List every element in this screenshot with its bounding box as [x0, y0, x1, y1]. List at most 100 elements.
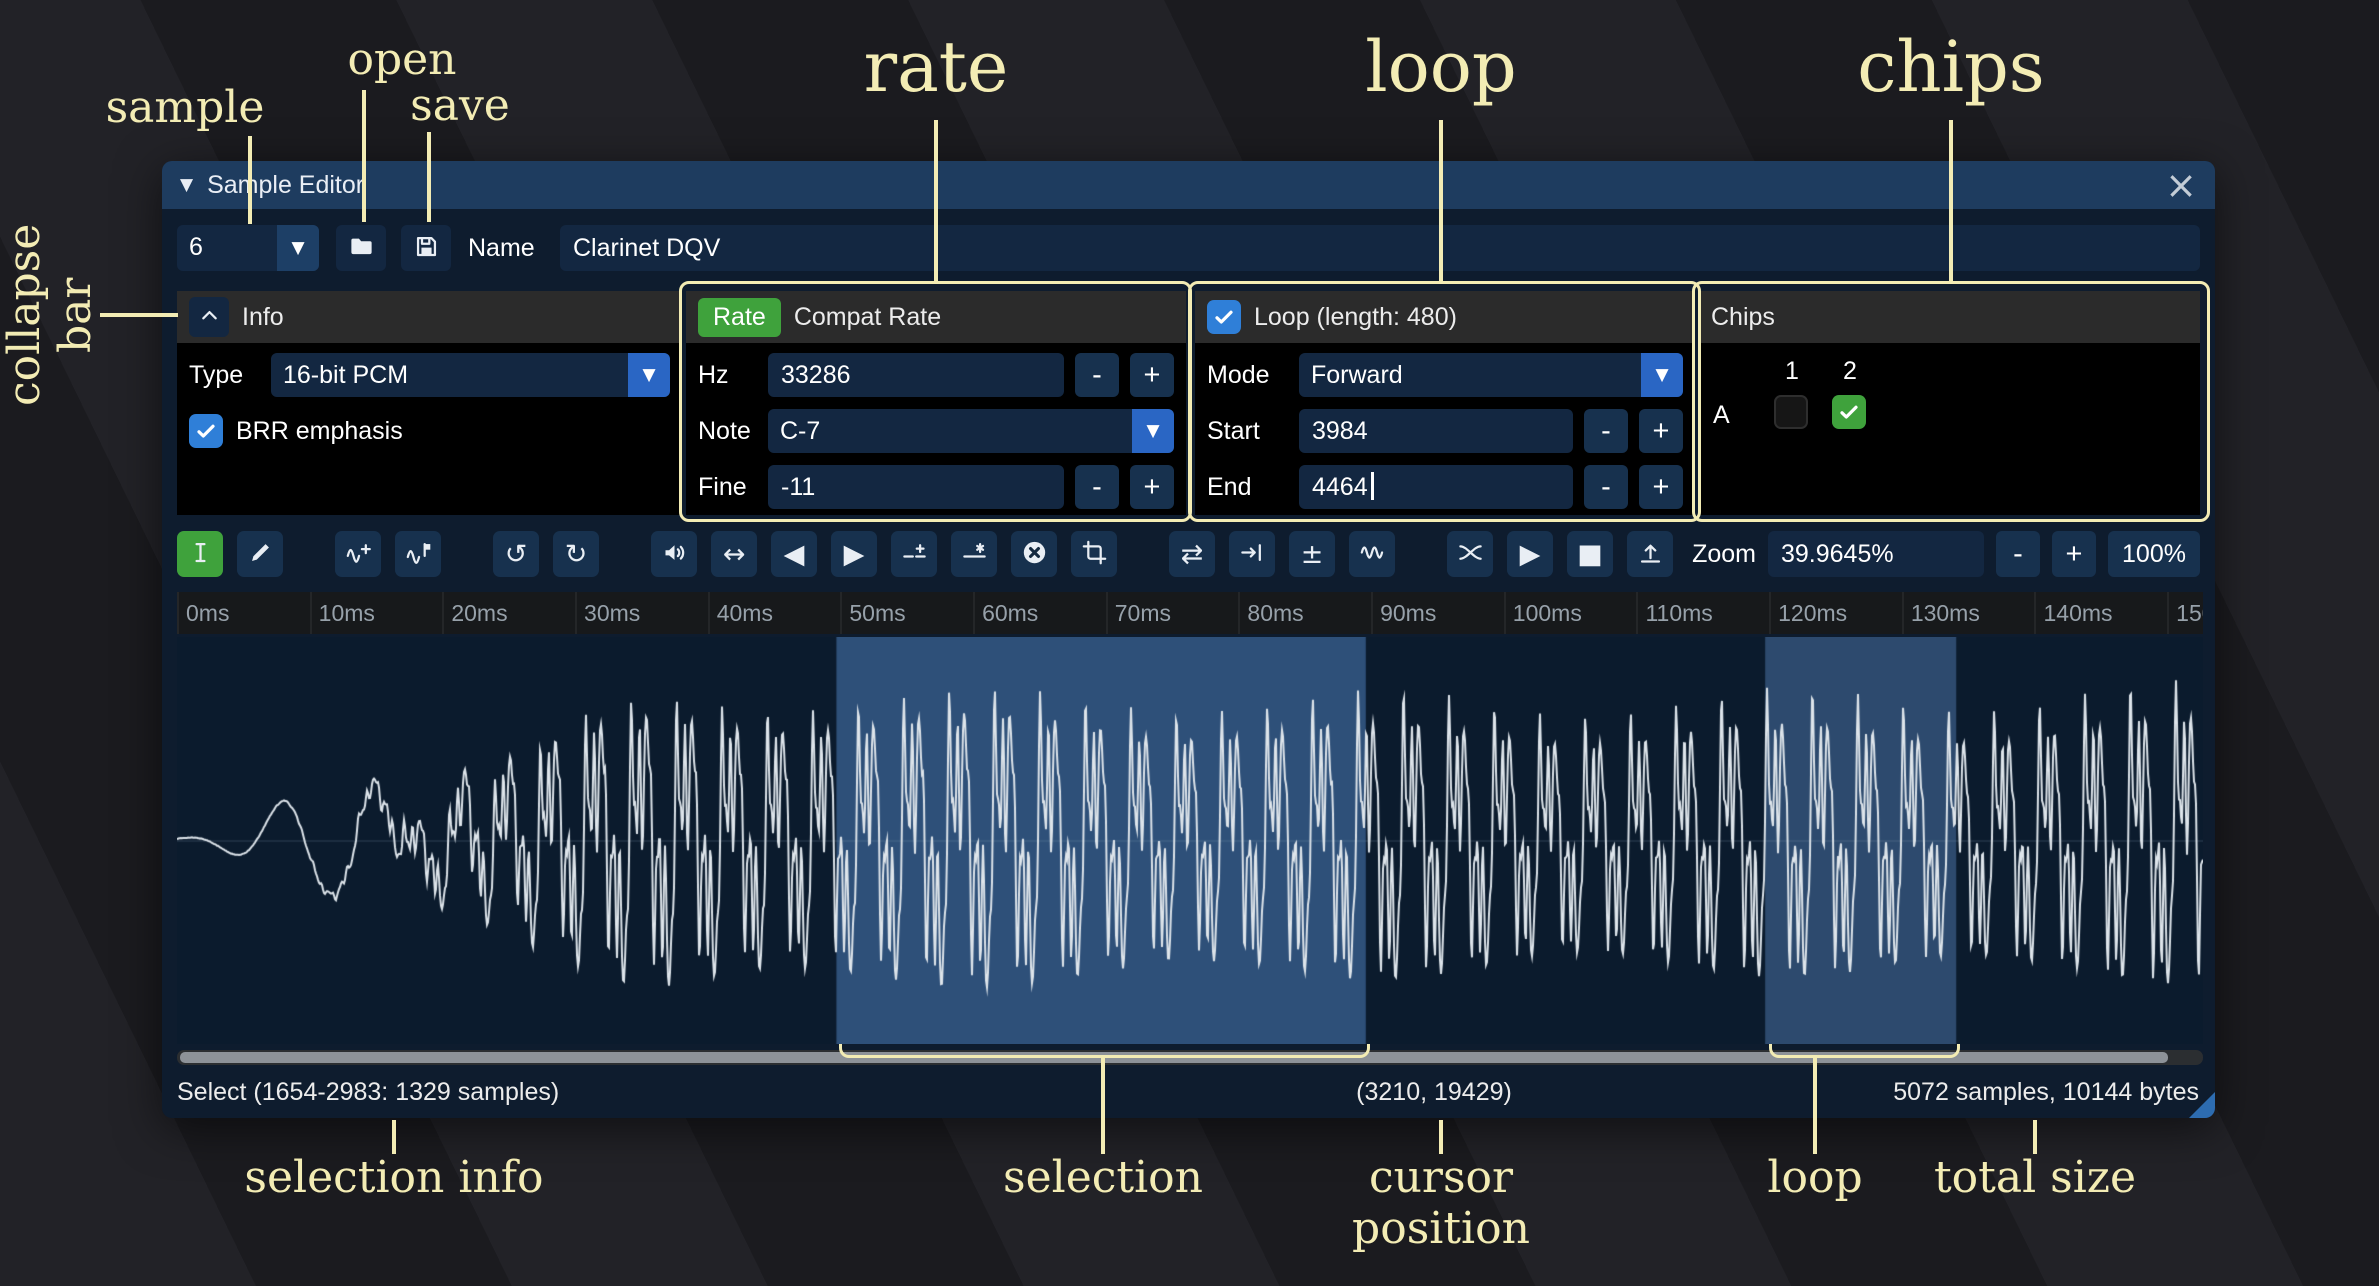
waveform-view — [177, 637, 2203, 1044]
upload-to-chip-button[interactable] — [1627, 531, 1673, 577]
total-size-text: 5072 samples, 10144 bytes — [1893, 1067, 2199, 1117]
timeline-tick: 130ms — [1902, 592, 1904, 634]
timeline-tick: 90ms — [1371, 592, 1373, 634]
select-mode-button[interactable] — [177, 531, 223, 577]
trim-button[interactable] — [1071, 531, 1117, 577]
triangle-left-icon: ◀ — [784, 541, 805, 568]
annotation-loop-box — [1188, 281, 1701, 522]
annotation-line — [1439, 120, 1443, 281]
brr-emphasis-checkbox[interactable] — [189, 414, 223, 448]
info-panel-body: Type 16-bit PCM ▼ BRR emphasis — [177, 343, 682, 515]
reverse-button[interactable]: ⇄ — [1169, 531, 1215, 577]
save-sample-button[interactable] — [401, 225, 451, 271]
info-panel-title: Info — [242, 303, 284, 332]
annotation-line — [427, 132, 431, 222]
fade-out-button[interactable]: ▶ — [831, 531, 877, 577]
info-panel-header[interactable]: Info — [177, 291, 682, 343]
filter-button[interactable] — [1349, 531, 1395, 577]
info-panel: Info Type 16-bit PCM ▼ BRR emphasis — [177, 291, 682, 515]
waveform-canvas[interactable] — [177, 637, 2203, 1044]
delete-button[interactable] — [1011, 531, 1057, 577]
crossfade-icon — [1457, 539, 1484, 569]
chevron-up-icon — [196, 302, 223, 332]
chevron-down-icon[interactable]: ▼ — [628, 353, 670, 397]
annotation-line — [1949, 120, 1953, 281]
resize-button[interactable]: ↔ — [711, 531, 757, 577]
invert-button[interactable] — [1229, 531, 1275, 577]
preview-button[interactable]: ▶ — [1507, 531, 1553, 577]
stop-preview-button[interactable]: ■ — [1567, 531, 1613, 577]
undo-button[interactable]: ↺ — [493, 531, 539, 577]
titlebar[interactable]: ▼ Sample Editor × — [162, 161, 2215, 209]
sample-number-combo[interactable]: 6 ▼ — [177, 225, 319, 271]
floppy-disk-icon — [413, 233, 440, 263]
sample-toolbar: ↺ ↻ ↔ ◀ ▶ ⇄ ± ▶ ■ Zoom 39.9645% - — [177, 529, 2200, 579]
annotation-total-size-label: total size — [1905, 1152, 2165, 1203]
window-collapse-icon[interactable]: ▼ — [180, 175, 193, 195]
crop-icon — [1081, 539, 1108, 569]
folder-icon — [348, 233, 375, 263]
close-icon[interactable]: × — [2165, 170, 2197, 200]
apply-silence-button[interactable] — [951, 531, 997, 577]
resize-grip[interactable] — [2189, 1092, 2215, 1118]
annotation-selection-label: selection — [978, 1152, 1228, 1203]
signedness-button[interactable]: ± — [1289, 531, 1335, 577]
timeline-tick: 10ms — [310, 592, 312, 634]
zoom-out-button[interactable]: - — [1996, 531, 2040, 577]
timeline-tick: 100ms — [1504, 592, 1506, 634]
annotation-rate-box — [679, 281, 1192, 522]
annotation-line — [1813, 1058, 1817, 1154]
brr-emphasis-label: BRR emphasis — [236, 417, 403, 446]
timeline-tick: 70ms — [1106, 592, 1108, 634]
window-title: Sample Editor — [207, 171, 2165, 200]
arrow-to-bar-icon — [1239, 539, 1266, 569]
insert-silence-button[interactable] — [891, 531, 937, 577]
name-label: Name — [468, 225, 535, 271]
timeline-tick: 60ms — [973, 592, 975, 634]
wave-flag-icon — [405, 539, 432, 569]
annotation-loop-bracket — [1769, 1044, 1960, 1058]
cursor-position-text: (3210, 19429) — [1356, 1067, 1512, 1117]
annotation-collapse-bar-label: collapse bar — [22, 186, 78, 444]
sample-type-value: 16-bit PCM — [271, 353, 628, 397]
collapse-info-button[interactable] — [189, 297, 229, 337]
annotation-cursor-position-label: cursor position — [1281, 1152, 1601, 1254]
upload-icon — [1637, 539, 1664, 569]
sample-name-input[interactable]: Clarinet DQV — [560, 225, 2200, 271]
line-plus-icon — [901, 539, 928, 569]
zoom-controls: Zoom 39.9645% - + 100% — [1692, 531, 2200, 577]
annotation-line — [2033, 1120, 2037, 1154]
zoom-in-button[interactable]: + — [2052, 531, 2096, 577]
draw-mode-button[interactable] — [237, 531, 283, 577]
make-instrument-button[interactable] — [335, 531, 381, 577]
selection-info-text: Select (1654-2983: 1329 samples) — [177, 1067, 559, 1117]
timeline-tick: 150ms — [2167, 592, 2169, 634]
timeline-tick: 0ms — [177, 592, 179, 634]
chevron-down-icon[interactable]: ▼ — [277, 225, 319, 271]
crossfade-button[interactable] — [1447, 531, 1493, 577]
timeline-tick: 30ms — [575, 592, 577, 634]
annotation-line — [100, 313, 178, 317]
open-sample-button[interactable] — [336, 225, 386, 271]
annotation-selection-info-label: selection info — [244, 1152, 544, 1203]
amplify-button[interactable] — [651, 531, 697, 577]
plus-minus-icon: ± — [1301, 541, 1324, 568]
type-label: Type — [189, 361, 271, 390]
annotation-loop-label: loop — [1321, 26, 1561, 108]
horizontal-arrows-icon: ↔ — [723, 541, 746, 568]
timeline-tick: 120ms — [1769, 592, 1771, 634]
zoom-input[interactable]: 39.9645% — [1768, 531, 1984, 577]
zoom-label: Zoom — [1692, 540, 1756, 569]
circle-x-icon — [1021, 539, 1048, 569]
annotation-save-label: save — [380, 80, 540, 131]
zoom-reset-button[interactable]: 100% — [2108, 531, 2200, 577]
annotation-loop-bottom-label: loop — [1740, 1152, 1890, 1203]
make-wavetable-button[interactable] — [395, 531, 441, 577]
fade-in-button[interactable]: ◀ — [771, 531, 817, 577]
triangle-right-icon: ▶ — [844, 541, 865, 568]
timeline-tick: 110ms — [1636, 592, 1638, 634]
sample-type-combo[interactable]: 16-bit PCM ▼ — [271, 353, 670, 397]
annotation-rate-label: rate — [816, 26, 1056, 108]
redo-button[interactable]: ↻ — [553, 531, 599, 577]
timeline-ruler[interactable]: 0ms10ms20ms30ms40ms50ms60ms70ms80ms90ms1… — [177, 592, 2203, 634]
